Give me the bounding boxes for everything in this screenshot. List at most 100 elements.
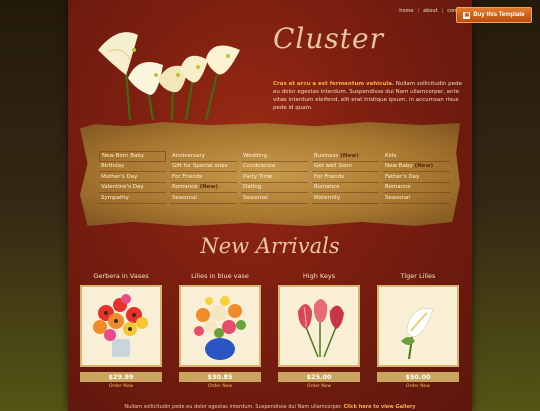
category-item[interactable]: Anniversary xyxy=(170,151,237,162)
category-menu: New Born Baby Birthday Mother's Day Vale… xyxy=(99,151,454,204)
category-item[interactable]: Get well Soon xyxy=(312,162,379,172)
category-item[interactable]: Maternity xyxy=(312,193,379,204)
product-name[interactable]: Tiger Lilies xyxy=(377,272,459,280)
footer-text: Nullam sollicitudin pede eu dolor egesta… xyxy=(68,404,472,410)
category-label: Romance xyxy=(314,184,340,191)
order-now-link[interactable]: Order Now xyxy=(80,384,162,389)
product-card: Tiger Lilies $50.00 Order Now xyxy=(377,272,459,389)
category-label: Seasonal xyxy=(243,194,268,201)
category-item[interactable]: Seasonal xyxy=(383,193,450,204)
nav-home-link[interactable]: home xyxy=(399,8,413,14)
new-badge: (New) xyxy=(414,163,434,170)
category-column: Kids New Baby (New) Father's Day Romance … xyxy=(383,151,454,204)
order-now-link[interactable]: Order Now xyxy=(278,384,360,389)
footer-body: Nullam sollicitudin pede eu dolor egesta… xyxy=(124,404,342,410)
category-column: Anniversary Gift for Special ones For Fr… xyxy=(170,151,241,204)
page-container: home | about | contact Cluster Cras et a… xyxy=(68,0,472,411)
product-list: Gerbera in Vases $29.99 Order Now Lilies… xyxy=(80,272,459,389)
product-card: Lilies in blue vase $30.85 Order Now xyxy=(179,272,261,389)
product-price: $50.00 xyxy=(377,372,459,382)
category-label: Seasonal xyxy=(172,194,197,201)
category-item[interactable]: New Born Baby xyxy=(99,151,166,162)
category-column: Wedding Condolence Party Time Dating Sea… xyxy=(241,151,312,204)
product-name[interactable]: Gerbera in Vases xyxy=(80,272,162,280)
category-label: Seasonal xyxy=(385,194,410,201)
high-keys-image xyxy=(298,299,344,358)
intro-text: Cras et arcu a est fermentum vehicula. N… xyxy=(273,80,463,112)
product-name[interactable]: High Keys xyxy=(278,272,360,280)
category-item[interactable]: Dating xyxy=(241,183,308,193)
category-label: Valentine's Day xyxy=(101,184,144,191)
site-logo[interactable]: Cluster xyxy=(273,22,384,55)
order-now-link[interactable]: Order Now xyxy=(377,384,459,389)
category-item[interactable]: Business (New) xyxy=(312,151,379,162)
category-item[interactable]: Seasonal xyxy=(170,193,237,204)
category-label: Gift for Special ones xyxy=(172,163,228,170)
order-now-link[interactable]: Order Now xyxy=(179,384,261,389)
category-column: Business (New) Get well Soon For Friends … xyxy=(312,151,383,204)
category-item[interactable]: For Friends xyxy=(170,172,237,183)
category-item[interactable]: Kids xyxy=(383,151,450,162)
category-item[interactable]: Romance xyxy=(312,183,379,193)
category-label: Romance xyxy=(172,184,198,191)
product-price: $25.00 xyxy=(278,372,360,382)
category-label: Kids xyxy=(385,152,397,159)
product-price: $29.99 xyxy=(80,372,162,382)
product-card: Gerbera in Vases $29.99 Order Now xyxy=(80,272,162,389)
category-item[interactable]: Romance xyxy=(383,183,450,193)
right-background xyxy=(472,0,540,411)
nav-separator: | xyxy=(417,8,420,14)
calla-lilies-image xyxy=(98,32,240,121)
category-item[interactable]: Seasonal xyxy=(241,193,308,204)
product-image-frame[interactable] xyxy=(278,285,360,367)
new-badge: (New) xyxy=(340,152,359,159)
category-label: Wedding xyxy=(243,152,267,159)
category-label: Condolence xyxy=(243,163,276,170)
category-label: Party Time xyxy=(243,173,273,180)
category-label: New Baby xyxy=(385,163,413,170)
category-label: Get well Soon xyxy=(314,163,352,170)
category-label: For Friends xyxy=(172,173,203,180)
intro-lead: Cras et arcu a est fermentum vehicula. xyxy=(273,81,394,87)
category-item[interactable]: Condolence xyxy=(241,162,308,172)
category-label: Business xyxy=(314,152,339,159)
product-name[interactable]: Lilies in blue vase xyxy=(179,272,261,280)
category-label: Romance xyxy=(385,184,411,191)
category-label: Maternity xyxy=(314,194,341,201)
category-item[interactable]: Sympathy xyxy=(99,193,166,204)
product-image-frame[interactable] xyxy=(377,285,459,367)
category-item[interactable]: Valentine's Day xyxy=(99,183,166,193)
category-item[interactable]: Party Time xyxy=(241,172,308,183)
category-label: Dating xyxy=(243,184,262,191)
buy-template-label: Buy this Template xyxy=(473,12,525,18)
category-label: Sympathy xyxy=(101,194,129,201)
tiger-lilies-image xyxy=(401,308,434,360)
product-card: High Keys $25.00 Order Now xyxy=(278,272,360,389)
category-column: New Born Baby Birthday Mother's Day Vale… xyxy=(99,151,170,204)
product-image-frame[interactable] xyxy=(179,285,261,367)
lilies-blue-vase-image xyxy=(194,296,246,360)
product-image-frame[interactable] xyxy=(80,285,162,367)
buy-template-button[interactable]: ▣ Buy this Template xyxy=(456,7,532,23)
cart-icon: ▣ xyxy=(463,11,471,19)
nav-about-link[interactable]: about xyxy=(423,8,437,14)
product-price: $30.85 xyxy=(179,372,261,382)
category-label: New Born Baby xyxy=(102,153,145,160)
left-background xyxy=(0,0,68,411)
new-badge: (New) xyxy=(199,184,219,191)
category-label: Mother's Day xyxy=(101,173,138,180)
new-arrivals-heading: New Arrivals xyxy=(200,234,340,258)
category-item[interactable]: For Friends xyxy=(312,172,379,183)
category-label: Father's Day xyxy=(385,173,420,180)
category-item[interactable]: Mother's Day xyxy=(99,172,166,183)
category-label: Birthday xyxy=(101,163,125,170)
category-item[interactable]: Wedding xyxy=(241,151,308,162)
category-label: Anniversary xyxy=(172,152,205,159)
category-item[interactable]: New Baby (New) xyxy=(383,162,450,172)
category-item[interactable]: Father's Day xyxy=(383,172,450,183)
category-item[interactable]: Gift for Special ones xyxy=(170,162,237,172)
gallery-link[interactable]: Click here to view Gallery xyxy=(344,404,416,410)
category-item[interactable]: Birthday xyxy=(99,162,166,172)
category-item[interactable]: Romance (New) xyxy=(170,183,237,193)
gerbera-image xyxy=(93,294,148,357)
